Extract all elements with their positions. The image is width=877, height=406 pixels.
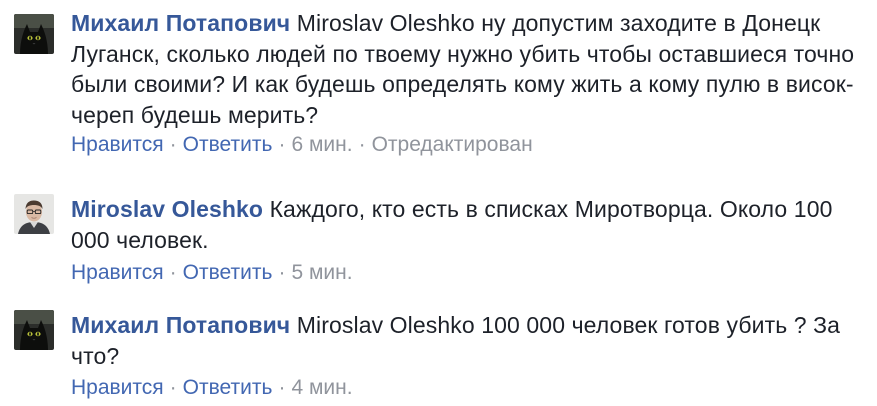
separator: · <box>169 376 177 399</box>
separator: · <box>169 133 177 156</box>
comment-actions: Нравится · Ответить · 6 мин. · Отредактирован <box>71 132 869 158</box>
man-glasses-avatar-icon <box>14 194 54 234</box>
reply-link[interactable]: Ответить <box>183 376 273 399</box>
separator: · <box>169 261 177 284</box>
timestamp[interactable]: 4 мин. <box>291 376 352 399</box>
reply-link[interactable]: Ответить <box>183 133 273 156</box>
separator: · <box>278 133 286 156</box>
timestamp[interactable]: 5 мин. <box>291 261 352 284</box>
like-link[interactable]: Нравится <box>71 376 164 399</box>
comment-text: Михаил Потапович Miroslav Oleshko 100 00… <box>71 310 869 371</box>
comment-actions: Нравится · Ответить · 5 мин. <box>71 260 869 286</box>
black-cat-avatar-icon <box>14 310 54 350</box>
black-cat-avatar-icon <box>14 14 54 54</box>
comment-author[interactable]: Михаил Потапович <box>71 312 290 338</box>
separator: · <box>278 261 286 284</box>
avatar[interactable] <box>14 310 54 350</box>
comment-text: Miroslav Oleshko Каждого, кто есть в спи… <box>71 194 869 255</box>
reply-link[interactable]: Ответить <box>183 261 273 284</box>
like-link[interactable]: Нравится <box>71 261 164 284</box>
separator: · <box>358 133 366 156</box>
comment-actions: Нравится · Ответить · 4 мин. <box>71 375 869 401</box>
comment-author[interactable]: Miroslav Oleshko <box>71 196 263 222</box>
avatar[interactable] <box>14 14 54 54</box>
edited-label[interactable]: Отредактирован <box>372 133 533 156</box>
comment-text: Михаил Потапович Miroslav Oleshko ну доп… <box>71 8 869 130</box>
like-link[interactable]: Нравится <box>71 133 164 156</box>
comment-author[interactable]: Михаил Потапович <box>71 10 290 36</box>
timestamp[interactable]: 6 мин. <box>291 133 352 156</box>
separator: · <box>278 376 286 399</box>
avatar[interactable] <box>14 194 54 234</box>
